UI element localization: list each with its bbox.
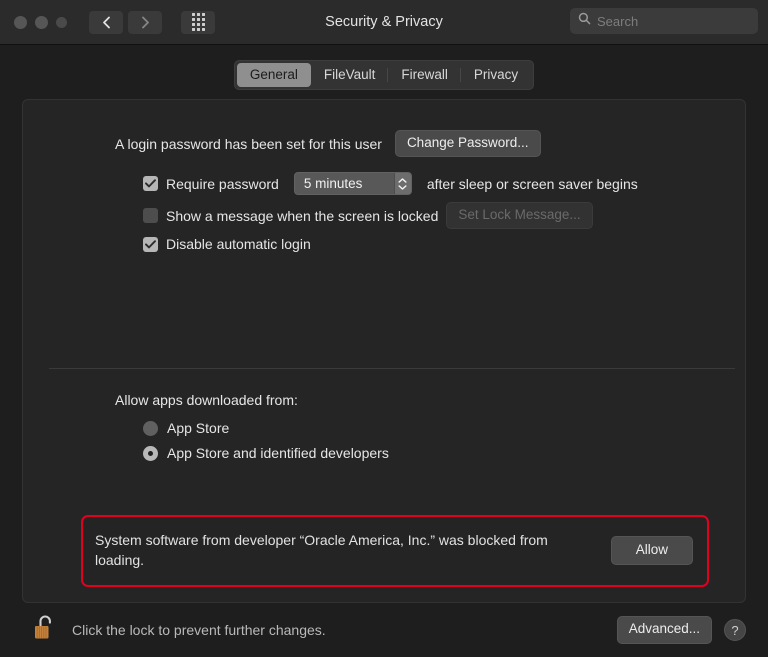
radio-selected-dot — [148, 450, 153, 456]
window-titlebar: Security & Privacy Search — [0, 0, 768, 45]
disable-auto-login-label: Disable automatic login — [166, 236, 311, 253]
blocked-software-message: System software from developer “Oracle A… — [95, 532, 548, 569]
zoom-button[interactable] — [56, 16, 67, 28]
advanced-button[interactable]: Advanced... — [616, 616, 712, 644]
show-all-button[interactable] — [181, 10, 215, 34]
traffic-lights — [14, 15, 67, 29]
security-privacy-window: Security & Privacy Search General FileVa… — [0, 0, 768, 657]
tab-general[interactable]: General — [236, 63, 311, 87]
section-divider — [49, 368, 735, 369]
app-store-radio[interactable] — [143, 420, 158, 436]
search-icon — [578, 12, 591, 30]
tab-firewall[interactable]: Firewall — [387, 63, 461, 87]
login-password-status: A login password has been set for this u… — [115, 135, 382, 152]
require-password-row: Require password 5 minutes after sleep o… — [23, 172, 745, 196]
chevron-left-icon — [102, 16, 111, 29]
stepper-arrows-icon[interactable] — [393, 173, 411, 195]
identified-developers-radio[interactable] — [143, 445, 158, 461]
set-lock-message-button[interactable]: Set Lock Message... — [446, 202, 593, 230]
back-button[interactable] — [89, 10, 123, 34]
padlock-open-icon — [32, 613, 58, 648]
lock-message-row: Show a message when the screen is locked… — [23, 202, 745, 230]
login-password-row: A login password has been set for this u… — [23, 130, 745, 158]
show-all-grid-icon — [191, 13, 205, 31]
change-password-button[interactable]: Change Password... — [394, 130, 541, 158]
require-password-interval-value: 5 minutes — [303, 176, 363, 192]
navigation-buttons — [89, 10, 215, 34]
help-button[interactable]: ? — [724, 619, 746, 641]
require-password-checkbox[interactable] — [143, 176, 158, 192]
blocked-software-alert: System software from developer “Oracle A… — [81, 515, 709, 587]
forward-button[interactable] — [128, 10, 162, 34]
lock-message-checkbox[interactable] — [143, 208, 158, 224]
minimize-button[interactable] — [35, 15, 48, 29]
lock-hint-text: Click the lock to prevent further change… — [72, 622, 326, 638]
window-bottom-bar: Click the lock to prevent further change… — [0, 603, 768, 657]
tab-bar: General FileVault Firewall Privacy — [233, 60, 535, 90]
disable-auto-login-checkbox[interactable] — [143, 236, 158, 252]
general-settings-panel: A login password has been set for this u… — [22, 99, 746, 603]
disable-auto-login-row: Disable automatic login — [23, 236, 745, 252]
allow-apps-section: Allow apps downloaded from: App Store Ap… — [23, 392, 745, 470]
search-input[interactable]: Search — [570, 8, 758, 34]
chevron-right-icon — [141, 16, 150, 29]
tab-filevault[interactable]: FileVault — [311, 63, 389, 87]
search-placeholder: Search — [597, 13, 639, 29]
radio-option-app-store[interactable]: App Store — [23, 420, 745, 436]
app-store-radio-label: App Store — [167, 420, 230, 436]
allow-apps-title: Allow apps downloaded from: — [115, 392, 298, 408]
allow-button[interactable]: Allow — [610, 535, 693, 565]
tab-bar-container: General FileVault Firewall Privacy — [0, 45, 768, 99]
lock-button[interactable] — [32, 613, 58, 648]
require-password-suffix-label: after sleep or screen saver begins — [426, 175, 638, 192]
identified-developers-radio-label: App Store and identified developers — [167, 445, 389, 461]
tab-privacy[interactable]: Privacy — [459, 63, 531, 87]
require-password-label: Require password — [166, 175, 279, 192]
lock-message-label: Show a message when the screen is locked — [166, 207, 439, 224]
bottom-right-actions: Advanced... ? — [616, 616, 746, 644]
require-password-interval-select[interactable]: 5 minutes — [293, 172, 412, 196]
close-button[interactable] — [14, 15, 27, 29]
radio-option-identified-developers[interactable]: App Store and identified developers — [23, 445, 745, 461]
